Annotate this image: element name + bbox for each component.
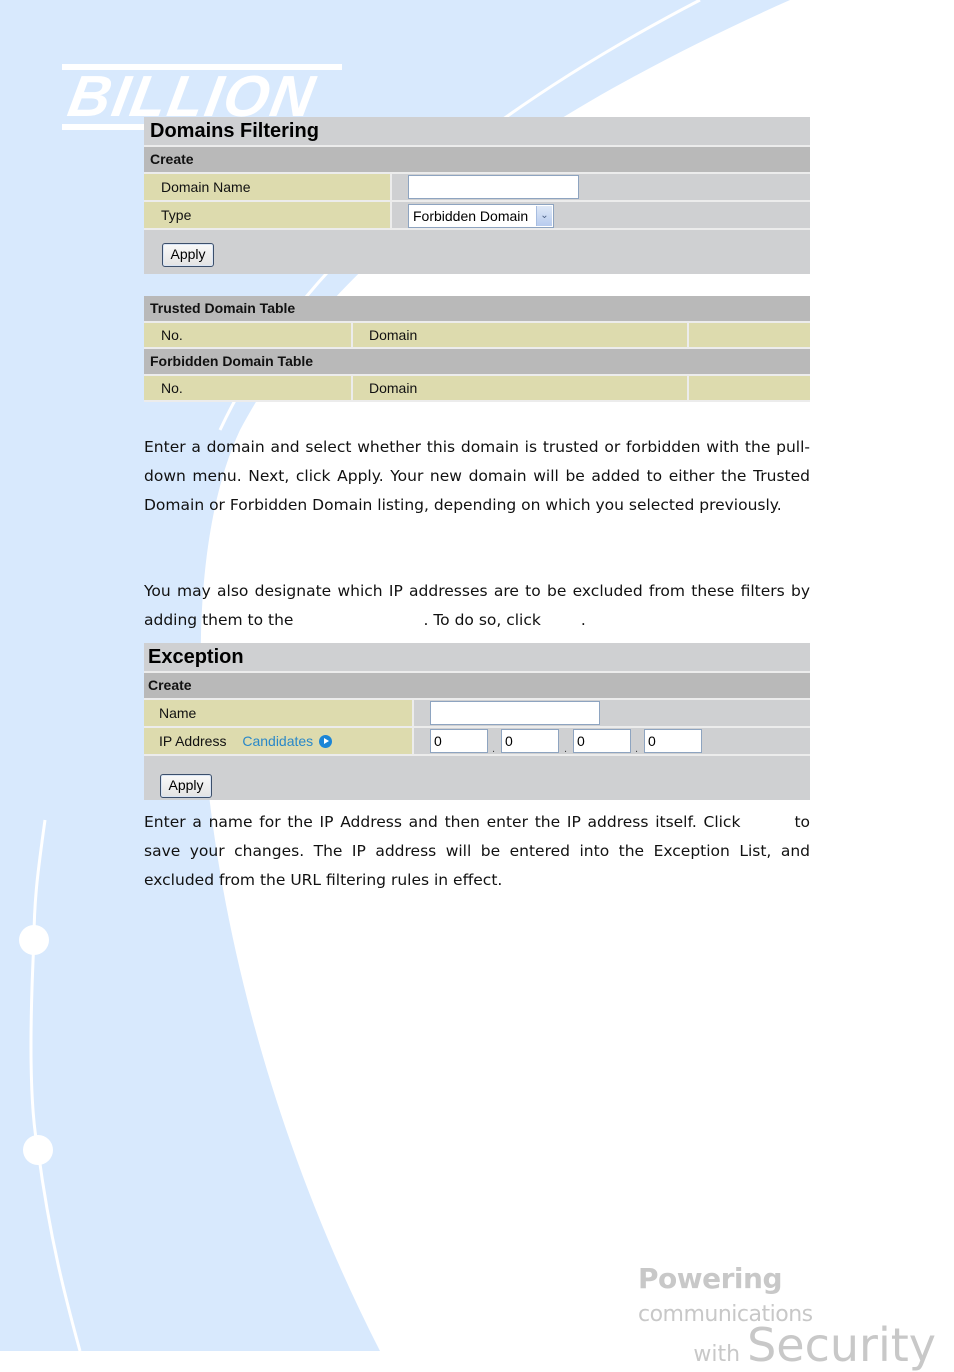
ip-address-row: IP Address Candidates 0 . 0 . 0 . 0 — [144, 728, 810, 756]
ip-address-label: IP Address — [159, 733, 227, 749]
type-row: Type Forbidden Domain ⌄ — [144, 202, 810, 230]
domain-name-row: Domain Name — [144, 174, 810, 202]
exception-name-label: Name — [144, 700, 414, 726]
ip-separator: . — [492, 743, 496, 755]
instruction-paragraph-1: Enter a domain and select whether this d… — [144, 438, 810, 514]
play-circle-icon[interactable] — [319, 735, 333, 748]
instruction-paragraph-3: Enter a name for the IP Address and then… — [144, 808, 810, 895]
type-label: Type — [144, 202, 392, 228]
trusted-table-header: Trusted Domain Table — [144, 296, 810, 323]
domain-tables: Trusted Domain Table No. Domain Forbidde… — [144, 296, 810, 402]
ip-octet-2-input[interactable]: 0 — [501, 729, 559, 753]
panel-title: Domains Filtering — [144, 117, 810, 147]
ip-octet-3-input[interactable]: 0 — [573, 729, 631, 753]
ip-address-label-cell: IP Address Candidates — [144, 728, 414, 754]
ip-separator: . — [564, 743, 568, 755]
create-section-header: Create — [144, 147, 810, 174]
ip-octet-1-input[interactable]: 0 — [430, 729, 488, 753]
chevron-down-icon[interactable]: ⌄ — [536, 206, 552, 226]
forbidden-table-columns: No. Domain — [144, 376, 810, 402]
column-domain: Domain — [353, 376, 689, 400]
para3-text-a: Enter a name for the IP Address and then… — [144, 813, 741, 831]
exception-apply-area: Apply — [144, 756, 810, 800]
tagline-logo: Powering communications with Security — [638, 1262, 948, 1372]
column-action — [689, 323, 810, 347]
tagline-security: Security — [747, 1318, 936, 1372]
domain-name-input[interactable] — [408, 175, 579, 199]
column-action — [689, 376, 810, 400]
exception-panel: Exception Create Name IP Address Candida… — [144, 643, 810, 800]
ip-octet-4-input[interactable]: 0 — [644, 729, 702, 753]
domain-name-label: Domain Name — [144, 174, 392, 200]
type-select[interactable]: Forbidden Domain ⌄ — [408, 204, 554, 228]
column-no: No. — [144, 376, 353, 400]
para2-text-b: . To do so, click — [423, 611, 541, 629]
column-no: No. — [144, 323, 353, 347]
ip-separator: . — [635, 743, 639, 755]
domains-filtering-panel: Domains Filtering Create Domain Name Typ… — [144, 117, 810, 274]
exception-name-input[interactable] — [430, 701, 600, 725]
tagline-powering: Powering — [638, 1262, 783, 1295]
exception-name-row: Name — [144, 700, 810, 728]
exception-create-header: Create — [144, 673, 810, 700]
column-domain: Domain — [353, 323, 689, 347]
exception-title: Exception — [144, 643, 810, 673]
apply-area: Apply — [144, 230, 810, 274]
candidates-link[interactable]: Candidates — [242, 733, 313, 749]
trusted-table-columns: No. Domain — [144, 323, 810, 349]
type-select-value: Forbidden Domain — [413, 208, 529, 224]
apply-button[interactable]: Apply — [162, 243, 214, 267]
instruction-paragraph-2: You may also designate which IP addresse… — [144, 577, 810, 635]
exception-apply-button[interactable]: Apply — [160, 774, 212, 798]
para2-text-c: . — [580, 611, 586, 629]
tagline-with: with — [693, 1342, 741, 1367]
forbidden-table-header: Forbidden Domain Table — [144, 349, 810, 376]
